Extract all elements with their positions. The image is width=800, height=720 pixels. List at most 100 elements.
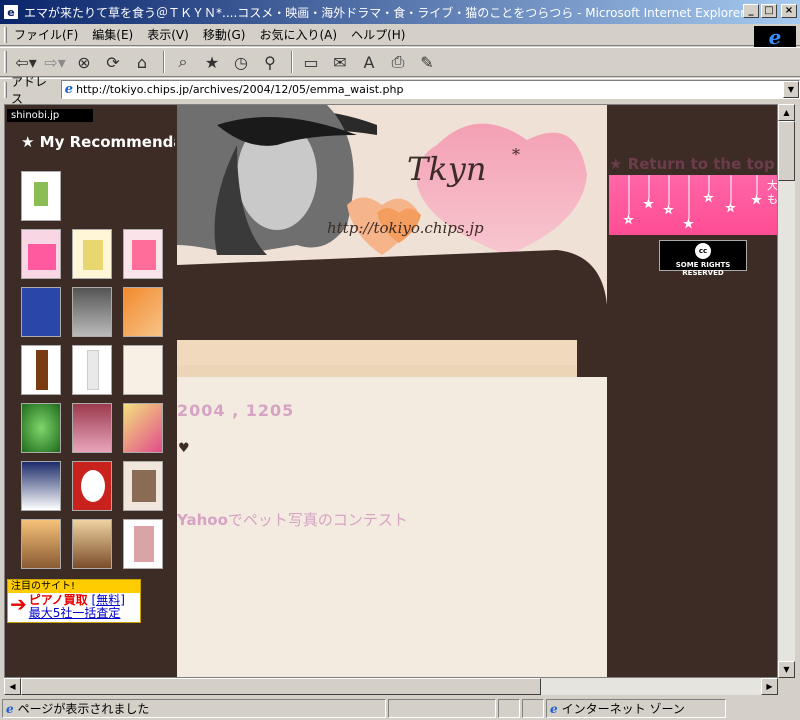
svg-text:★: ★ — [752, 195, 761, 206]
forward-icon[interactable]: ⇨▾ — [42, 50, 68, 74]
product-thumb[interactable] — [123, 461, 163, 511]
product-thumb[interactable] — [21, 229, 61, 279]
horizontal-scroll-thumb[interactable] — [21, 678, 541, 695]
menu-go[interactable]: 移動(G) — [196, 26, 253, 43]
product-thumb[interactable] — [21, 461, 61, 511]
creative-commons-badge[interactable]: cc SOME RIGHTS RESERVED — [659, 240, 747, 277]
product-thumb[interactable] — [123, 229, 163, 279]
menu-view[interactable]: 表示(V) — [140, 26, 196, 43]
print-icon[interactable]: ⎙ — [385, 50, 411, 74]
page-viewport: shinobi.jp ★ My Recommendations 注目のサイト! … — [4, 104, 778, 678]
menu-favorites[interactable]: お気に入り(A) — [252, 26, 344, 43]
menu-file[interactable]: ファイル(F) — [7, 26, 85, 43]
menu-bar: ファイル(F) 編集(E) 表示(V) 移動(G) お気に入り(A) ヘルプ(H… — [0, 24, 800, 49]
maximize-button[interactable]: □ — [761, 4, 777, 18]
scroll-up-icon[interactable]: ▲ — [778, 104, 795, 121]
product-thumb[interactable] — [21, 171, 61, 221]
refresh-icon[interactable]: ⟳ — [100, 50, 126, 74]
product-thumb[interactable] — [123, 287, 163, 337]
zone-text: インターネット ゾーン — [561, 702, 685, 716]
horizontal-scrollbar[interactable]: ◀ ▶ — [4, 678, 778, 695]
scroll-left-icon[interactable]: ◀ — [4, 678, 21, 695]
recommendations-title: ★ My Recommendations — [21, 133, 175, 151]
product-thumb[interactable] — [21, 403, 61, 453]
status-progress-panel — [388, 699, 496, 718]
product-thumb[interactable] — [21, 287, 61, 337]
piano-buy-link[interactable]: ピアノ買取 — [29, 593, 88, 607]
banner-url: http://tokiyo.chips.jp — [327, 219, 484, 237]
status-extra-panel — [522, 699, 544, 718]
star-banner[interactable]: ☆ ★ ☆ ★ ☆ ☆ ★ 大 も — [609, 175, 778, 235]
vertical-scrollbar[interactable]: ▲ ▼ — [778, 104, 795, 678]
product-thumb[interactable] — [72, 461, 112, 511]
bulk-quote-link[interactable]: 最大5社一括査定 — [29, 606, 121, 620]
featured-site-box: 注目のサイト! ➔ ピアノ買取 [無料] 最大5社一括査定 — [7, 579, 141, 623]
home-icon[interactable]: ⌂ — [129, 50, 155, 74]
address-url[interactable]: http://tokiyo.chips.jp/archives/2004/12/… — [76, 83, 403, 96]
menu-edit[interactable]: 編集(E) — [85, 26, 140, 43]
menu-help[interactable]: ヘルプ(H) — [344, 26, 412, 43]
product-thumb[interactable] — [123, 403, 163, 453]
toolbar-grip[interactable] — [4, 51, 7, 73]
banner-title: Tkyn — [407, 150, 486, 188]
page-icon: e — [64, 82, 74, 97]
address-dropdown-icon[interactable]: ▼ — [782, 81, 799, 98]
free-link[interactable]: [無料] — [92, 593, 125, 607]
ie-throbber-logo: e — [754, 25, 796, 49]
ie-page-icon: e — [3, 4, 19, 20]
mail-icon[interactable]: ✉ — [327, 50, 353, 74]
product-thumb[interactable] — [72, 229, 112, 279]
scroll-down-icon[interactable]: ▼ — [778, 661, 795, 678]
font-size-icon[interactable]: A — [356, 50, 382, 74]
product-thumb[interactable] — [123, 345, 163, 395]
address-input[interactable]: e http://tokiyo.chips.jp/archives/2004/1… — [60, 80, 800, 99]
cc-icon: cc — [695, 243, 711, 259]
product-thumb[interactable] — [72, 345, 112, 395]
arrow-right-icon: ➔ — [10, 592, 27, 616]
product-thumb[interactable] — [72, 519, 112, 569]
svg-text:☆: ☆ — [726, 203, 735, 214]
history-icon[interactable]: ◷ — [228, 50, 254, 74]
svg-text:★: ★ — [684, 219, 693, 230]
status-lock-panel — [498, 699, 520, 718]
address-bar: アドレス e http://tokiyo.chips.jp/archives/2… — [0, 75, 800, 106]
right-column: ★ Return to the top ☆ ★ ☆ ★ ☆ ☆ ★ 大 も cc… — [607, 105, 778, 677]
status-text: ページが表示されました — [17, 702, 150, 716]
cc-text: SOME RIGHTS RESERVED — [675, 261, 731, 277]
shinobi-badge[interactable]: shinobi.jp — [7, 109, 93, 122]
svg-text:も: も — [767, 193, 778, 206]
product-thumb[interactable] — [72, 287, 112, 337]
channels-icon[interactable]: ⚲ — [257, 50, 283, 74]
return-to-top-link[interactable]: ★ Return to the top — [609, 155, 775, 173]
toolbar-separator — [163, 51, 165, 73]
pink-banner-text: 大 — [767, 178, 778, 192]
main-column: Tkyn * http://tokiyo.chips.jp 2004 , 120… — [177, 105, 607, 677]
address-grip[interactable] — [4, 81, 7, 98]
svg-text:*: * — [512, 145, 520, 164]
yahoo-brand[interactable]: Yahoo — [177, 511, 228, 529]
stop-icon[interactable]: ⊗ — [71, 50, 97, 74]
search-icon[interactable]: ⌕ — [170, 50, 196, 74]
product-thumb[interactable] — [123, 519, 163, 569]
fullscreen-icon[interactable]: ▭ — [298, 50, 324, 74]
scroll-right-icon[interactable]: ▶ — [761, 678, 778, 695]
internet-zone-icon: e — [550, 701, 558, 716]
svg-text:☆: ☆ — [664, 205, 673, 216]
title-bar: e エマが来たりて草を食う＠ＴＫＹＮ*....コスメ・映画・海外ドラマ・食・ライ… — [0, 0, 800, 24]
product-thumb[interactable] — [72, 403, 112, 453]
favorites-icon[interactable]: ★ — [199, 50, 225, 74]
product-thumb[interactable] — [21, 345, 61, 395]
back-icon[interactable]: ⇦▾ — [13, 50, 39, 74]
header-banner[interactable]: Tkyn * http://tokiyo.chips.jp — [177, 105, 607, 377]
post-date: 2004 , 1205 — [177, 401, 295, 420]
heart-icon: ♥ — [178, 441, 190, 456]
yahoo-link[interactable]: Yahooでペット写真のコンテスト — [177, 509, 408, 530]
edit-icon[interactable]: ✎ — [414, 50, 440, 74]
yahoo-text[interactable]: でペット写真のコンテスト — [228, 511, 408, 529]
minimize-button[interactable]: _ — [743, 4, 759, 18]
product-thumb[interactable] — [21, 519, 61, 569]
close-button[interactable]: × — [781, 4, 797, 18]
svg-text:☆: ☆ — [704, 193, 713, 204]
vertical-scroll-thumb[interactable] — [778, 121, 795, 181]
svg-text:★: ★ — [644, 199, 653, 210]
